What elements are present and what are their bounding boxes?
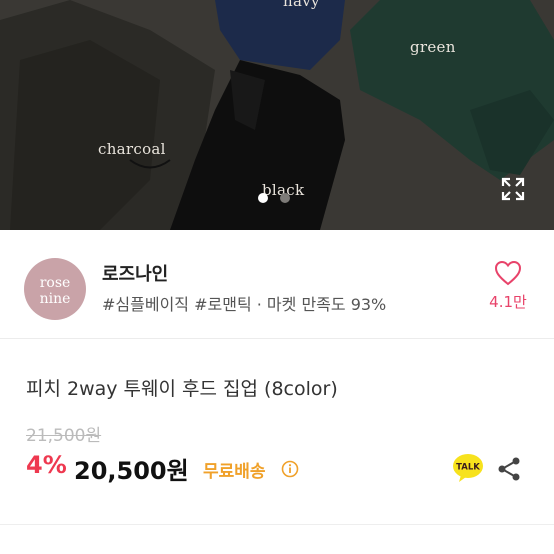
likes-count: 4.1만 — [489, 293, 527, 311]
carousel-indicator — [258, 193, 290, 203]
sale-price: 20,500원 — [74, 457, 189, 485]
product-image-carousel[interactable]: navy green charcoal black — [0, 0, 554, 230]
avatar-text-line1: rose — [40, 275, 71, 291]
seller-name[interactable]: 로즈나인 — [102, 260, 168, 286]
talk-icon-text: TALK — [456, 463, 480, 473]
carousel-dot-1[interactable] — [258, 193, 268, 203]
original-price: 21,500원 — [26, 426, 102, 446]
seller-avatar[interactable]: rose nine — [24, 258, 86, 320]
color-label-navy: navy — [283, 0, 320, 10]
free-shipping-badge: 무료배송 — [203, 462, 266, 482]
discount-rate: 4% — [26, 451, 67, 479]
expand-icon[interactable] — [500, 176, 526, 202]
color-label-green: green — [410, 38, 456, 56]
bottom-divider — [0, 524, 554, 525]
seller-section[interactable]: rose nine 로즈나인 #심플베이직 #로맨틱 · 마켓 만족도 93% … — [0, 230, 554, 330]
kakao-talk-icon[interactable]: TALK — [452, 453, 484, 483]
heart-icon[interactable] — [494, 260, 522, 286]
seller-tags: #심플베이직 #로맨틱 · 마켓 만족도 93% — [102, 295, 387, 314]
share-icon[interactable] — [497, 456, 521, 482]
carousel-dot-2[interactable] — [280, 193, 290, 203]
section-divider — [0, 338, 554, 339]
color-label-charcoal: charcoal — [98, 140, 166, 158]
info-icon[interactable] — [281, 460, 299, 478]
avatar-text-line2: nine — [40, 291, 71, 307]
product-title: 피치 2way 투웨이 후드 집업 (8color) — [26, 378, 338, 400]
